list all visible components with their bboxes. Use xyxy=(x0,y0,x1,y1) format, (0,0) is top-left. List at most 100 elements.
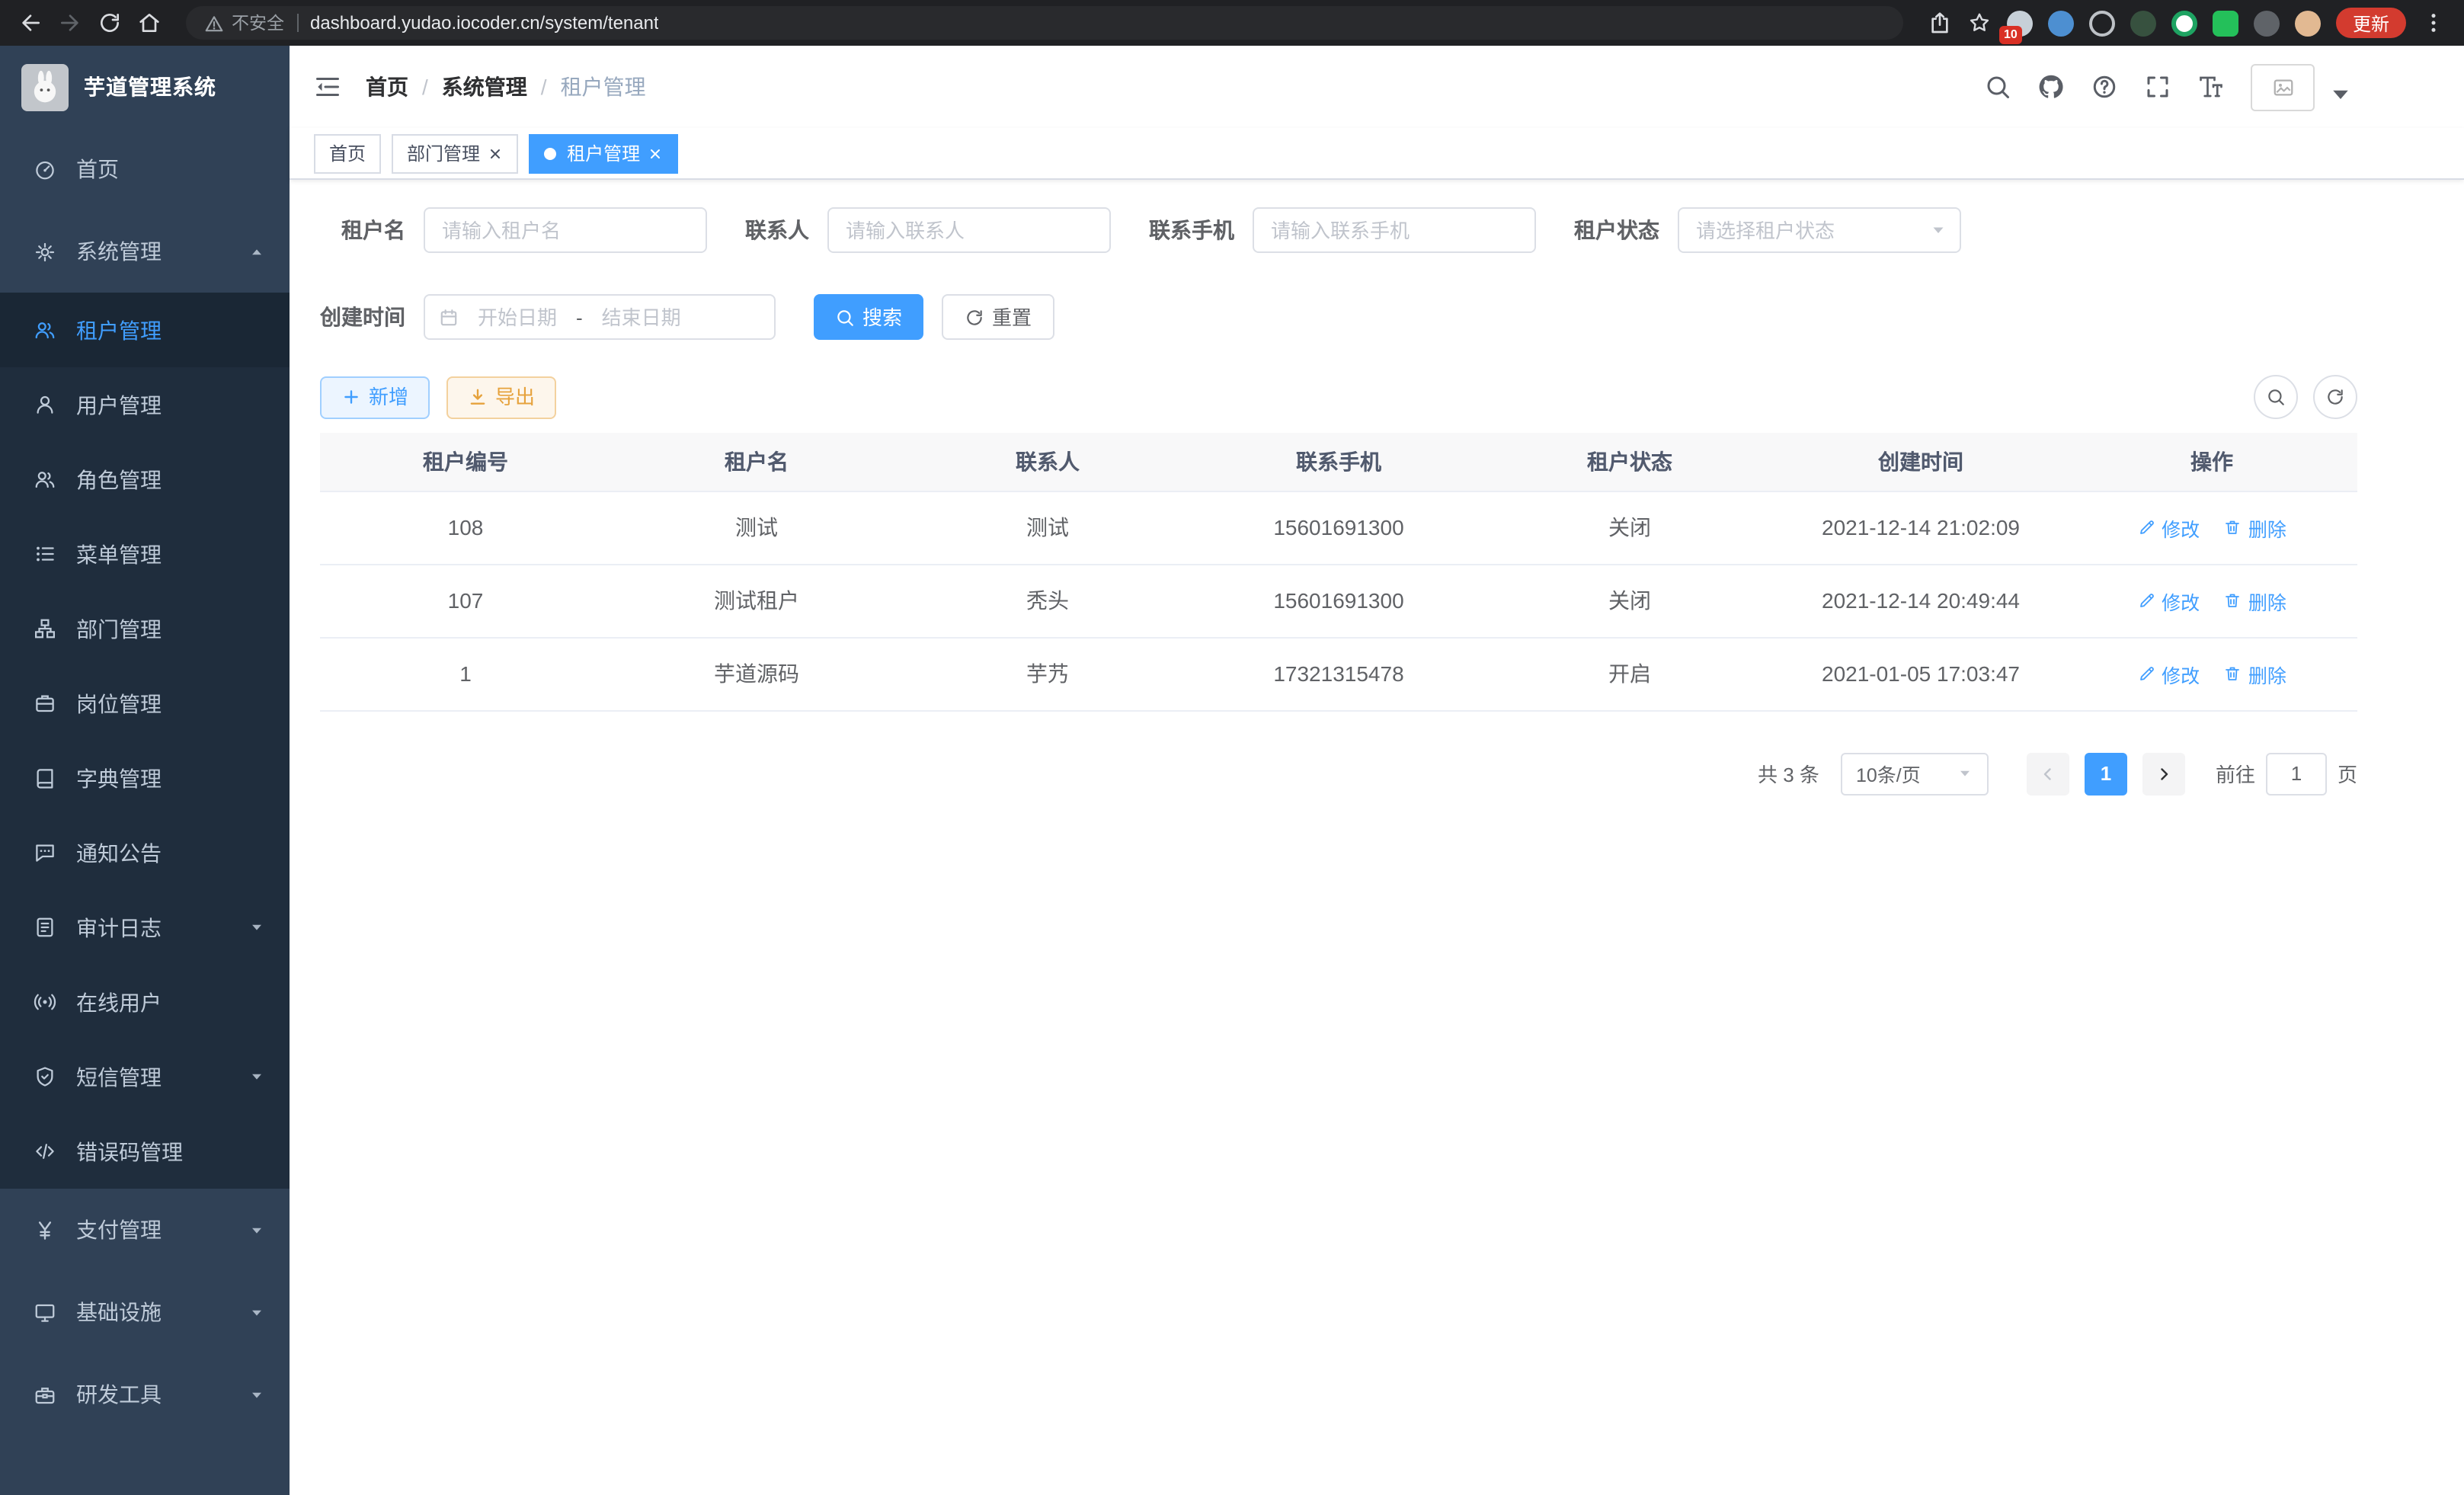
screen: 不安全 dashboard.yudao.iocoder.cn/system/te… xyxy=(0,0,2464,1495)
breadcrumb-system[interactable]: 系统管理 xyxy=(442,72,527,102)
refresh-icon xyxy=(2325,387,2345,407)
sidebar-item-infrastructure[interactable]: 基础设施 xyxy=(0,1271,290,1353)
export-button[interactable]: 导出 xyxy=(446,376,556,418)
close-icon[interactable] xyxy=(648,146,663,161)
breadcrumb-separator: / xyxy=(541,75,547,99)
phone-input[interactable] xyxy=(1253,207,1536,253)
yen-icon xyxy=(34,1218,56,1241)
forward-icon[interactable] xyxy=(58,11,82,35)
delete-link[interactable]: 删除 xyxy=(2224,513,2286,542)
profile-avatar-icon[interactable] xyxy=(2295,10,2321,36)
sidebar-item-sms-management[interactable]: 短信管理 xyxy=(0,1039,290,1114)
page-1-button[interactable]: 1 xyxy=(2085,752,2127,795)
breadcrumb-home[interactable]: 首页 xyxy=(366,72,408,102)
edit-link[interactable]: 修改 xyxy=(2137,586,2200,615)
sidebar-item-system-management[interactable]: 系统管理 xyxy=(0,210,290,293)
back-icon[interactable] xyxy=(18,11,43,35)
share-icon[interactable] xyxy=(1928,11,1952,35)
sidebar-item-label: 审计日志 xyxy=(76,912,162,943)
page-size-select[interactable]: 10条/页 xyxy=(1841,752,1989,795)
create-time-range-picker[interactable]: - xyxy=(424,294,776,340)
add-button-label: 新增 xyxy=(369,387,408,407)
avatar[interactable] xyxy=(2251,63,2315,110)
refresh-button[interactable] xyxy=(2313,375,2357,419)
sidebar-item-role-management[interactable]: 角色管理 xyxy=(0,442,290,517)
goto-page-input[interactable] xyxy=(2266,752,2327,795)
column-header-id: 租户编号 xyxy=(320,433,611,491)
total-count: 共 3 条 xyxy=(1758,759,1819,788)
extension-icon-4[interactable] xyxy=(2130,10,2156,36)
tab-dept-management[interactable]: 部门管理 xyxy=(392,133,518,173)
chevron-down-icon xyxy=(248,1386,265,1403)
sidebar-item-payment[interactable]: 支付管理 xyxy=(0,1189,290,1271)
tab-tenant-management[interactable]: 租户管理 xyxy=(529,133,678,173)
browser-menu-icon[interactable] xyxy=(2421,11,2446,35)
tenant-name-input[interactable] xyxy=(424,207,707,253)
sidebar-item-menu-management[interactable]: 菜单管理 xyxy=(0,517,290,591)
edit-link[interactable]: 修改 xyxy=(2137,513,2200,542)
table-row: 1 芋道源码 芋艿 17321315478 开启 2021-01-05 17:0… xyxy=(320,637,2357,710)
chevron-down-icon xyxy=(248,1068,265,1085)
contact-input[interactable] xyxy=(827,207,1111,253)
extension-icon-7[interactable] xyxy=(2254,10,2280,36)
export-button-label: 导出 xyxy=(495,387,535,407)
app-logo[interactable]: 芋道管理系统 xyxy=(0,46,290,128)
search-button[interactable]: 搜索 xyxy=(814,294,923,340)
users-icon xyxy=(34,319,56,341)
sidebar-item-home[interactable]: 首页 xyxy=(0,128,290,210)
extension-icon-6[interactable] xyxy=(2213,10,2238,36)
sidebar-item-dept-management[interactable]: 部门管理 xyxy=(0,591,290,666)
sidebar-item-label: 字典管理 xyxy=(76,763,162,793)
delete-link[interactable]: 删除 xyxy=(2224,659,2286,688)
search-icon[interactable] xyxy=(1984,73,2011,101)
prev-page-button[interactable] xyxy=(2027,752,2069,795)
close-icon[interactable] xyxy=(488,146,503,161)
reset-button[interactable]: 重置 xyxy=(942,294,1054,340)
add-button[interactable]: 新增 xyxy=(320,376,430,418)
trash-icon xyxy=(2224,664,2242,683)
fullscreen-icon[interactable] xyxy=(2144,73,2171,101)
create-time-label: 创建时间 xyxy=(320,302,405,332)
page-content: 租户名 联系人 联系手机 租户状态 xyxy=(290,180,2464,1495)
sidebar-item-error-code[interactable]: 错误码管理 xyxy=(0,1114,290,1189)
sidebar-item-user-management[interactable]: 用户管理 xyxy=(0,367,290,442)
sidebar-item-online-users[interactable]: 在线用户 xyxy=(0,965,290,1039)
user-menu-caret-icon[interactable] xyxy=(2327,80,2354,107)
delete-link[interactable]: 删除 xyxy=(2224,586,2286,615)
home-icon[interactable] xyxy=(137,11,162,35)
github-icon[interactable] xyxy=(2037,73,2065,101)
extension-icon-2[interactable] xyxy=(2048,10,2074,36)
start-date-input[interactable] xyxy=(466,306,568,328)
cell-contact: 芋艿 xyxy=(902,637,1193,710)
extension-icon-5[interactable] xyxy=(2171,10,2197,36)
help-icon[interactable] xyxy=(2091,73,2118,101)
next-page-button[interactable] xyxy=(2142,752,2185,795)
sidebar-item-label: 部门管理 xyxy=(76,613,162,644)
edit-link[interactable]: 修改 xyxy=(2137,659,2200,688)
phone-filter: 联系手机 xyxy=(1149,207,1536,253)
font-size-icon[interactable] xyxy=(2197,73,2225,101)
tenant-status-select[interactable] xyxy=(1678,207,1961,253)
toggle-search-button[interactable] xyxy=(2254,375,2298,419)
sidebar-item-dict-management[interactable]: 字典管理 xyxy=(0,741,290,815)
browser-update-button[interactable]: 更新 xyxy=(2336,8,2406,38)
sidebar-item-post-management[interactable]: 岗位管理 xyxy=(0,666,290,741)
sidebar-item-audit-log[interactable]: 审计日志 xyxy=(0,890,290,965)
logo-image xyxy=(21,63,69,110)
sidebar-toggle-icon[interactable] xyxy=(314,73,341,101)
extension-icon-1[interactable]: 10 xyxy=(2007,10,2033,36)
extension-icon-3[interactable] xyxy=(2089,10,2115,36)
system-management-submenu: 租户管理 用户管理 角色管理 菜单管理 xyxy=(0,293,290,1189)
address-bar[interactable]: 不安全 dashboard.yudao.iocoder.cn/system/te… xyxy=(186,6,1903,40)
tab-label: 租户管理 xyxy=(567,140,640,166)
sidebar-item-label: 研发工具 xyxy=(76,1379,162,1410)
sidebar-item-dev-tools[interactable]: 研发工具 xyxy=(0,1353,290,1436)
reload-icon[interactable] xyxy=(98,11,122,35)
sidebar-item-tenant-management[interactable]: 租户管理 xyxy=(0,293,290,367)
end-date-input[interactable] xyxy=(590,306,693,328)
sidebar: 芋道管理系统 首页 系统管理 租户管理 xyxy=(0,46,290,1495)
sidebar-item-notice[interactable]: 通知公告 xyxy=(0,815,290,890)
tab-home[interactable]: 首页 xyxy=(314,133,381,173)
bookmark-star-icon[interactable] xyxy=(1967,11,1992,35)
filter-row-2: 创建时间 - 搜索 重置 xyxy=(320,294,2357,340)
